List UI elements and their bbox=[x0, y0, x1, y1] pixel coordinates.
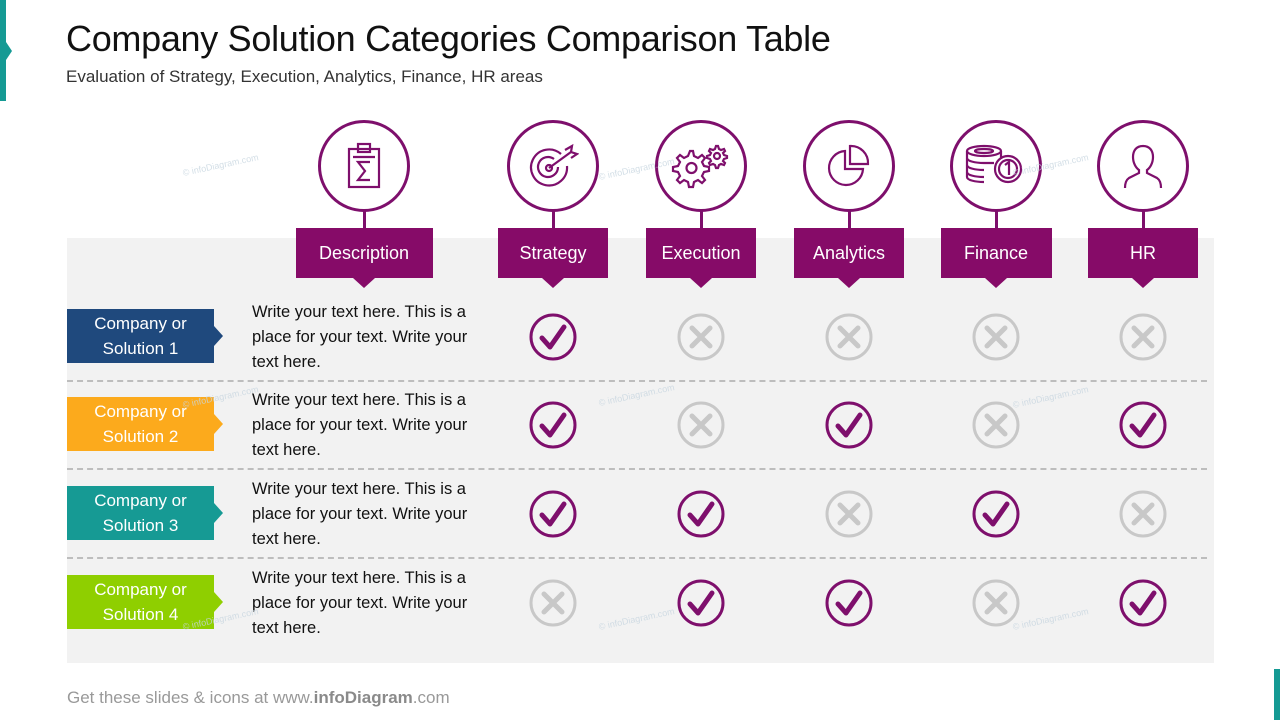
column-label-description: Description bbox=[295, 228, 433, 288]
row-divider bbox=[67, 557, 1207, 559]
row-label-line2: Solution 3 bbox=[102, 516, 179, 535]
check-icon bbox=[1119, 401, 1167, 449]
column-label-strategy: Strategy bbox=[498, 228, 608, 288]
strategy-connector bbox=[552, 211, 555, 229]
footer-prefix: Get these slides & icons at www. bbox=[67, 688, 314, 707]
column-label-hr: HR bbox=[1088, 228, 1198, 288]
right-accent-bar bbox=[1274, 669, 1280, 720]
cross-icon bbox=[825, 490, 873, 538]
hr-connector bbox=[1142, 211, 1145, 229]
check-icon bbox=[825, 579, 873, 627]
footer-brand: infoDiagram bbox=[313, 688, 413, 707]
row-description: Write your text here. This is a place fo… bbox=[252, 569, 468, 637]
analytics-icon-circle bbox=[803, 120, 895, 212]
cross-icon bbox=[529, 579, 577, 627]
cross-icon bbox=[825, 313, 873, 361]
table-panel bbox=[67, 238, 1214, 663]
watermark-text: © infoDiagram.com bbox=[181, 152, 260, 178]
description-connector bbox=[363, 211, 366, 229]
cross-icon bbox=[1119, 490, 1167, 538]
check-icon bbox=[677, 579, 725, 627]
check-icon bbox=[1119, 579, 1167, 627]
row-label-text: Company or Solution 3 bbox=[94, 488, 187, 538]
strategy-icon-circle bbox=[507, 120, 599, 212]
cross-icon bbox=[677, 313, 725, 361]
execution-connector bbox=[700, 211, 703, 229]
row-label-line1: Company or bbox=[94, 314, 187, 333]
left-accent-notch bbox=[6, 42, 12, 60]
row-label-text: Company or Solution 2 bbox=[94, 399, 187, 449]
description-icon-circle bbox=[318, 120, 410, 212]
row-label-line2: Solution 4 bbox=[102, 605, 179, 624]
row-label-line2: Solution 2 bbox=[102, 427, 179, 446]
row-description: Write your text here. This is a place fo… bbox=[252, 303, 468, 371]
page-title: Company Solution Categories Comparison T… bbox=[66, 18, 831, 59]
row-description: Write your text here. This is a place fo… bbox=[252, 480, 468, 548]
row-label-text: Company or Solution 4 bbox=[94, 577, 187, 627]
analytics-connector bbox=[848, 211, 851, 229]
check-icon bbox=[972, 490, 1020, 538]
footer-suffix: .com bbox=[412, 688, 450, 707]
row-label-line1: Company or bbox=[94, 491, 187, 510]
cross-icon bbox=[972, 579, 1020, 627]
check-icon bbox=[529, 490, 577, 538]
row-label-line2: Solution 1 bbox=[102, 339, 179, 358]
cross-icon bbox=[1119, 313, 1167, 361]
footer-text: Get these slides & icons at www.infoDiag… bbox=[67, 688, 450, 708]
page-subtitle: Evaluation of Strategy, Execution, Analy… bbox=[66, 67, 543, 86]
row-description: Write your text here. This is a place fo… bbox=[252, 391, 468, 459]
check-icon bbox=[677, 490, 725, 538]
check-icon bbox=[529, 313, 577, 361]
row-label-line1: Company or bbox=[94, 580, 187, 599]
row-label-text: Company or Solution 1 bbox=[94, 311, 187, 361]
finance-connector bbox=[995, 211, 998, 229]
column-label-execution: Execution bbox=[646, 228, 756, 288]
row-divider bbox=[67, 380, 1207, 382]
hr-icon-circle bbox=[1097, 120, 1189, 212]
column-label-analytics: Analytics bbox=[794, 228, 904, 288]
check-icon bbox=[825, 401, 873, 449]
row-label-line1: Company or bbox=[94, 402, 187, 421]
column-label-finance: Finance bbox=[940, 228, 1052, 288]
row-label-solution-3: Company or Solution 3 bbox=[67, 486, 223, 540]
check-icon bbox=[529, 401, 577, 449]
cross-icon bbox=[972, 313, 1020, 361]
row-label-solution-1: Company or Solution 1 bbox=[67, 309, 223, 363]
cross-icon bbox=[677, 401, 725, 449]
row-divider bbox=[67, 468, 1207, 470]
